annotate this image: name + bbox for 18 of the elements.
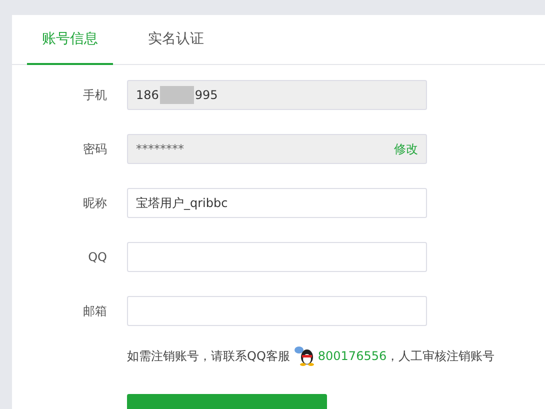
qq-number-link[interactable]: 800176556	[318, 349, 387, 363]
field-label: 密码	[82, 140, 107, 158]
tab[interactable]: 账号信息	[27, 15, 113, 65]
field-label: 昵称	[82, 194, 107, 212]
blurred-digits	[160, 86, 194, 104]
tab[interactable]: 实名认证	[133, 15, 219, 65]
input-field[interactable]: 宝塔用户_qribbc	[127, 188, 427, 218]
penguin-icon	[294, 346, 316, 366]
field-label: 手机	[82, 86, 107, 104]
phone-suffix: 995	[194, 88, 218, 102]
field-label: QQ	[87, 250, 107, 264]
phone-prefix: 186	[136, 88, 159, 102]
input-field[interactable]	[127, 242, 427, 272]
field-label: 邮箱	[82, 302, 107, 320]
notice-text: ，人工审核注销账号	[386, 348, 495, 364]
input-field[interactable]	[127, 296, 427, 326]
password-value: ********	[136, 142, 185, 156]
notice-text: 如需注销账号，请联系QQ客服	[127, 348, 290, 364]
